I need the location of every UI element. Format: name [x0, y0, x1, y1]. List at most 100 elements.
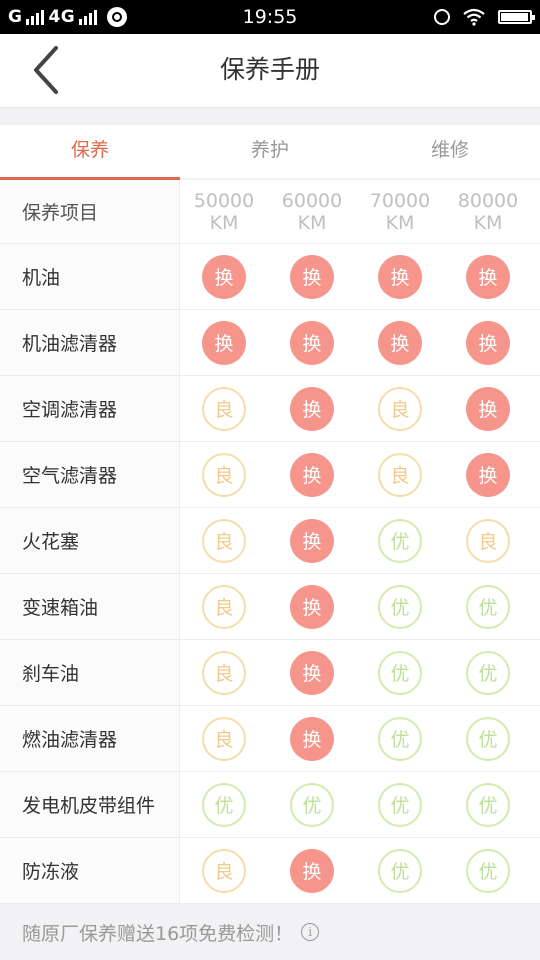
- column-header-item: 保养项目: [0, 180, 180, 243]
- status-cell: 换: [268, 838, 356, 903]
- status-cell: 良: [180, 442, 268, 507]
- mileage-column-header: 80000 KM: [444, 180, 532, 243]
- table-row: 空调滤清器良换良换: [0, 376, 540, 442]
- table-row: 火花塞良换优良: [0, 508, 540, 574]
- status-cell: 换: [356, 310, 444, 375]
- status-cell: 换: [268, 376, 356, 441]
- maintenance-item-label: 防冻液: [0, 838, 180, 903]
- status-badge-replace: 换: [290, 584, 334, 629]
- status-cell: 换: [268, 244, 356, 309]
- mileage-unit: KM: [209, 211, 239, 234]
- status-badge-excellent: 优: [378, 848, 422, 893]
- status-badge-replace: 换: [466, 386, 510, 431]
- status-badge-good: 良: [202, 584, 246, 629]
- status-badge-excellent: 优: [466, 782, 510, 827]
- status-cell: 换: [180, 310, 268, 375]
- status-cell: 优: [268, 772, 356, 837]
- table-row: 机油换换换换: [0, 244, 540, 310]
- status-cell: 良: [444, 508, 532, 573]
- status-cell: 换: [444, 310, 532, 375]
- status-cell: 换: [268, 508, 356, 573]
- status-cell: 换: [268, 442, 356, 507]
- mileage-value: 80000: [457, 189, 519, 212]
- status-cell: 优: [180, 772, 268, 837]
- status-badge-replace: 换: [378, 320, 422, 365]
- tab-maintenance[interactable]: 保养: [0, 125, 180, 180]
- status-cell: 优: [444, 706, 532, 771]
- table-row: 空气滤清器良换良换: [0, 442, 540, 508]
- table-row: 防冻液良换优优: [0, 838, 540, 904]
- status-cell: 优: [444, 640, 532, 705]
- status-badge-replace: 换: [290, 650, 334, 695]
- status-badge-good: 良: [202, 848, 246, 893]
- status-badge-replace: 换: [290, 716, 334, 761]
- status-badge-replace: 换: [202, 320, 246, 365]
- info-icon[interactable]: i: [301, 923, 320, 941]
- status-cell: 优: [356, 838, 444, 903]
- mileage-unit: KM: [385, 211, 415, 234]
- status-badge-replace: 换: [290, 452, 334, 497]
- status-cell: 良: [180, 640, 268, 705]
- status-badge-good: 良: [202, 650, 246, 695]
- status-cell: 良: [356, 376, 444, 441]
- maintenance-item-label: 燃油滤清器: [0, 706, 180, 771]
- mileage-value: 60000: [281, 189, 343, 212]
- maintenance-item-label: 机油滤清器: [0, 310, 180, 375]
- mileage-unit: KM: [473, 211, 503, 234]
- status-badge-excellent: 优: [378, 650, 422, 695]
- status-cell: 换: [268, 310, 356, 375]
- mileage-column-header: 50000 KM: [180, 180, 268, 243]
- table-header-row: 保养项目 50000 KM 60000 KM 70000 KM 80000 KM: [0, 180, 540, 244]
- status-badge-good: 良: [202, 518, 246, 563]
- status-badge-replace: 换: [290, 320, 334, 365]
- status-bar: G 4G 19:55: [0, 0, 540, 34]
- status-cell: 换: [268, 706, 356, 771]
- mileage-column-header: 60000 KM: [268, 180, 356, 243]
- footer-text: 随原厂保养赠送16项免费检测！: [22, 922, 294, 945]
- status-cell: 优: [444, 772, 532, 837]
- wifi-icon: [463, 8, 485, 26]
- table-row: 燃油滤清器良换优优: [0, 706, 540, 772]
- status-badge-excellent: 优: [202, 782, 246, 827]
- status-cell: 优: [356, 640, 444, 705]
- status-badge-replace: 换: [466, 320, 510, 365]
- maintenance-item-label: 空气滤清器: [0, 442, 180, 507]
- status-cell: 良: [180, 838, 268, 903]
- maintenance-item-label: 火花塞: [0, 508, 180, 573]
- status-badge-excellent: 优: [466, 584, 510, 629]
- status-cell: 换: [356, 244, 444, 309]
- battery-icon: [498, 10, 535, 24]
- table-row: 变速箱油良换优优: [0, 574, 540, 640]
- mileage-value: 70000: [369, 189, 431, 212]
- status-badge-excellent: 优: [378, 782, 422, 827]
- tab-repair[interactable]: 维修: [360, 125, 540, 178]
- status-cell: 优: [356, 508, 444, 573]
- status-cell: 优: [444, 574, 532, 639]
- status-badge-excellent: 优: [378, 518, 422, 563]
- status-cell: 良: [180, 376, 268, 441]
- footer-note: 随原厂保养赠送16项免费检测！ i: [0, 904, 540, 960]
- status-badge-replace: 换: [290, 254, 334, 299]
- status-cell: 换: [268, 574, 356, 639]
- status-badge-good: 良: [202, 452, 246, 497]
- status-badge-replace: 换: [466, 254, 510, 299]
- maintenance-item-label: 变速箱油: [0, 574, 180, 639]
- status-cell: 优: [356, 574, 444, 639]
- status-badge-replace: 换: [202, 254, 246, 299]
- status-cell: 良: [180, 574, 268, 639]
- mileage-value: 50000: [193, 189, 255, 212]
- table-row: 发电机皮带组件优优优优: [0, 772, 540, 838]
- status-badge-excellent: 优: [378, 584, 422, 629]
- status-badge-excellent: 优: [466, 848, 510, 893]
- status-cell: 良: [356, 442, 444, 507]
- status-badge-replace: 换: [378, 254, 422, 299]
- status-cell: 换: [444, 376, 532, 441]
- maintenance-table: 保养项目 50000 KM 60000 KM 70000 KM 80000 KM 机油换…: [0, 180, 540, 904]
- status-badge-replace: 换: [290, 518, 334, 563]
- status-cell: 优: [356, 772, 444, 837]
- tab-care[interactable]: 养护: [180, 125, 360, 178]
- tab-bar: 保养 养护 维修: [0, 125, 540, 180]
- page-title: 保养手册: [219, 55, 320, 84]
- status-badge-excellent: 优: [378, 716, 422, 761]
- nav-header: 保养手册: [0, 34, 540, 108]
